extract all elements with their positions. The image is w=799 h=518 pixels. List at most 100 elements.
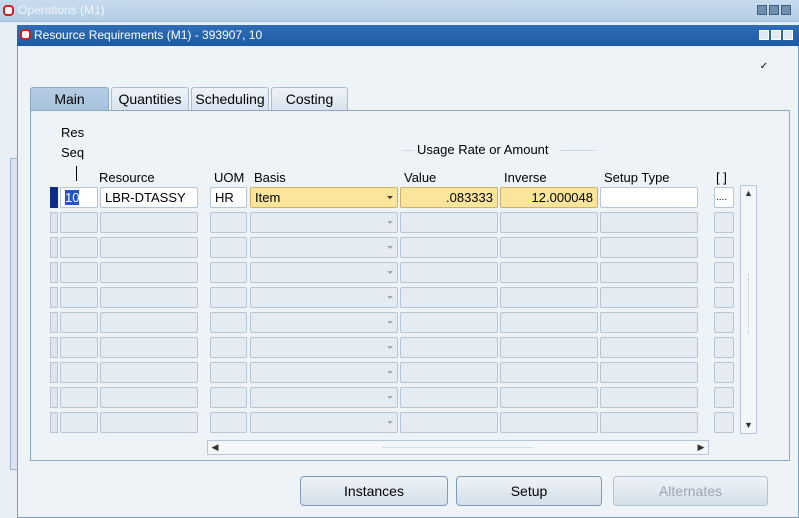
resource-field[interactable] [100, 362, 198, 383]
basis-field[interactable] [250, 362, 398, 383]
setup-type-field[interactable] [600, 212, 698, 233]
inverse-field[interactable] [500, 387, 598, 408]
setup-type-field[interactable] [600, 312, 698, 333]
seq-field[interactable] [60, 362, 98, 383]
close-icon[interactable] [781, 5, 791, 15]
tab-costing[interactable]: Costing [271, 87, 348, 111]
flexfield-field[interactable] [714, 337, 734, 358]
flexfield-field[interactable] [714, 262, 734, 283]
scroll-left-icon[interactable]: ◀ [210, 442, 220, 453]
basis-field[interactable] [250, 287, 398, 308]
chevron-down-icon[interactable] [387, 246, 393, 249]
value-field[interactable] [400, 237, 498, 258]
setup-type-field[interactable] [600, 237, 698, 258]
setup-type-field[interactable] [600, 412, 698, 433]
seq-field[interactable] [60, 212, 98, 233]
vertical-scrollbar[interactable]: ▲ ▼ [740, 185, 757, 434]
seq-field[interactable] [60, 312, 98, 333]
inverse-field[interactable]: 12.000048 [500, 187, 598, 208]
record-indicator[interactable] [50, 262, 58, 283]
seq-field[interactable] [60, 287, 98, 308]
minimize-icon[interactable] [757, 5, 767, 15]
resource-field[interactable] [100, 312, 198, 333]
seq-field[interactable] [60, 337, 98, 358]
flexfield-field[interactable] [714, 362, 734, 383]
scrollbar-grip[interactable] [383, 447, 533, 448]
minimize-icon[interactable] [759, 30, 769, 40]
seq-field[interactable]: 10 [60, 187, 98, 208]
uom-field[interactable] [210, 337, 247, 358]
seq-field[interactable] [60, 237, 98, 258]
tab-main[interactable]: Main [30, 87, 109, 111]
chevron-down-icon[interactable] [387, 396, 393, 399]
flexfield-field[interactable] [714, 412, 734, 433]
inverse-field[interactable] [500, 362, 598, 383]
record-indicator[interactable] [50, 212, 58, 233]
flexfield-field[interactable] [714, 212, 734, 233]
uom-field[interactable] [210, 362, 247, 383]
resource-field[interactable] [100, 262, 198, 283]
seq-field[interactable] [60, 262, 98, 283]
value-field[interactable] [400, 287, 498, 308]
value-field[interactable] [400, 362, 498, 383]
chevron-down-icon[interactable] [387, 346, 393, 349]
scroll-down-icon[interactable]: ▼ [743, 420, 754, 430]
value-field[interactable]: .083333 [400, 187, 498, 208]
background-window-title-bar[interactable]: Operations (M1) [0, 0, 799, 22]
resource-field[interactable]: LBR-DTASSY [100, 187, 198, 208]
setup-type-field[interactable] [600, 187, 698, 208]
inverse-field[interactable] [500, 262, 598, 283]
close-icon[interactable] [783, 30, 793, 40]
resource-field[interactable] [100, 212, 198, 233]
scroll-up-icon[interactable]: ▲ [743, 188, 754, 198]
inverse-field[interactable] [500, 287, 598, 308]
basis-field[interactable] [250, 212, 398, 233]
checkbox[interactable]: ✓ [759, 62, 769, 72]
window-title-bar[interactable]: Resource Requirements (M1) - 393907, 10 [17, 25, 799, 46]
basis-field[interactable] [250, 262, 398, 283]
value-field[interactable] [400, 212, 498, 233]
uom-field[interactable] [210, 387, 247, 408]
inverse-field[interactable] [500, 337, 598, 358]
chevron-down-icon[interactable] [387, 321, 393, 324]
basis-field[interactable] [250, 412, 398, 433]
uom-field[interactable]: HR [210, 187, 247, 208]
current-record-indicator[interactable] [50, 187, 58, 208]
value-field[interactable] [400, 387, 498, 408]
record-indicator[interactable] [50, 337, 58, 358]
resource-field[interactable] [100, 387, 198, 408]
record-indicator[interactable] [50, 237, 58, 258]
resource-field[interactable] [100, 237, 198, 258]
setup-type-field[interactable] [600, 262, 698, 283]
flexfield-field[interactable]: .... [714, 187, 734, 208]
uom-field[interactable] [210, 412, 247, 433]
record-indicator[interactable] [50, 387, 58, 408]
value-field[interactable] [400, 412, 498, 433]
horizontal-scrollbar[interactable]: ◀ ▶ [207, 440, 709, 455]
instances-button[interactable]: Instances [300, 476, 448, 506]
maximize-icon[interactable] [771, 30, 781, 40]
flexfield-field[interactable] [714, 237, 734, 258]
setup-type-field[interactable] [600, 387, 698, 408]
record-indicator[interactable] [50, 312, 58, 333]
basis-field[interactable] [250, 237, 398, 258]
uom-field[interactable] [210, 312, 247, 333]
chevron-down-icon[interactable] [387, 296, 393, 299]
resource-field[interactable] [100, 337, 198, 358]
chevron-down-icon[interactable] [387, 421, 393, 424]
flexfield-field[interactable] [714, 312, 734, 333]
setup-type-field[interactable] [600, 287, 698, 308]
inverse-field[interactable] [500, 412, 598, 433]
record-indicator[interactable] [50, 287, 58, 308]
value-field[interactable] [400, 312, 498, 333]
flexfield-field[interactable] [714, 287, 734, 308]
setup-type-field[interactable] [600, 362, 698, 383]
inverse-field[interactable] [500, 237, 598, 258]
scrollbar-grip[interactable] [748, 274, 749, 334]
chevron-down-icon[interactable] [387, 196, 393, 199]
basis-field[interactable] [250, 337, 398, 358]
uom-field[interactable] [210, 287, 247, 308]
uom-field[interactable] [210, 262, 247, 283]
uom-field[interactable] [210, 237, 247, 258]
chevron-down-icon[interactable] [387, 271, 393, 274]
